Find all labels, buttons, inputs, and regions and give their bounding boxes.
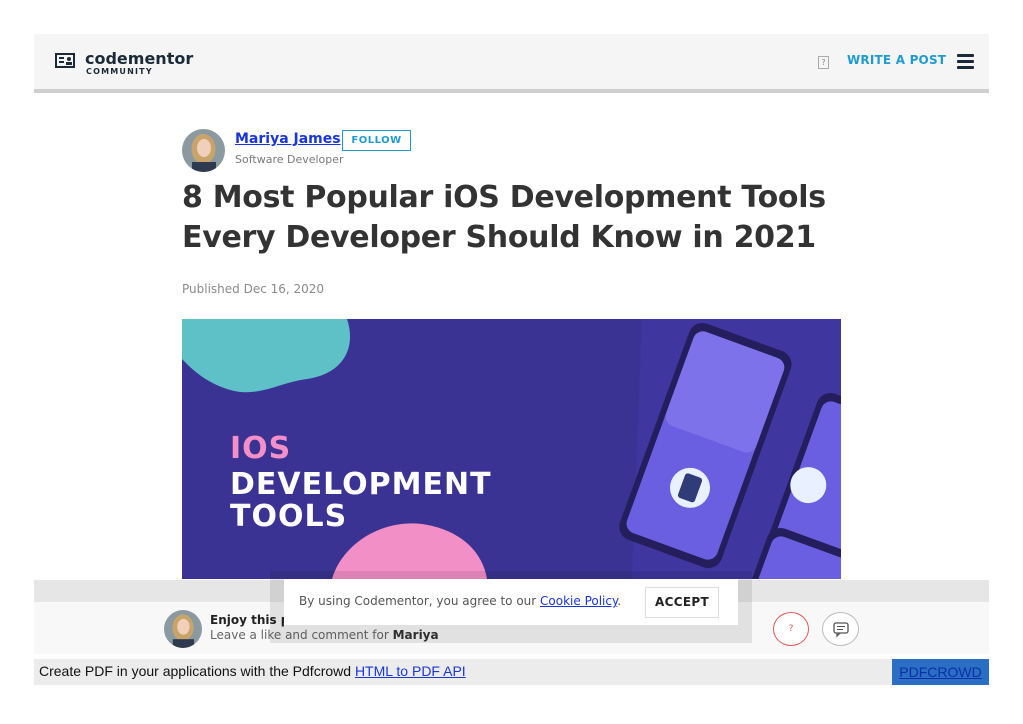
pdfcrowd-footer-message: Create PDF in your applications with the… xyxy=(39,663,355,679)
hero-text-line-2: DEVELOPMENT xyxy=(230,467,492,502)
cookie-message: By using Codementor, you agree to our Co… xyxy=(299,594,621,608)
comment-icon xyxy=(833,622,849,638)
logo-wordmark[interactable]: codementor xyxy=(85,49,193,68)
header-divider xyxy=(34,89,989,93)
author-name-link[interactable]: Mariya James xyxy=(235,131,341,147)
cookie-message-end: . xyxy=(617,594,622,608)
codementor-logo-icon[interactable] xyxy=(55,53,75,69)
hamburger-menu-icon[interactable] xyxy=(957,54,974,70)
article-title: 8 Most Popular iOS Development Tools Eve… xyxy=(182,180,826,255)
like-button[interactable]: ? xyxy=(773,612,809,646)
author-avatar[interactable] xyxy=(182,129,225,172)
hero-image: IOS DEVELOPMENT TOOLS xyxy=(182,319,841,579)
heart-icon: ? xyxy=(788,624,794,634)
pdfcrowd-brand-link[interactable]: PDFCROWD xyxy=(892,659,989,685)
logo-subtitle: COMMUNITY xyxy=(86,67,153,76)
html-to-pdf-api-link[interactable]: HTML to PDF API xyxy=(355,663,466,679)
accept-cookies-button[interactable]: ACCEPT xyxy=(645,587,719,618)
hero-text-line-1: IOS xyxy=(230,431,292,466)
follow-button[interactable]: FOLLOW xyxy=(342,130,411,151)
author-role: Software Developer xyxy=(235,153,344,166)
pdfcrowd-footer-text: Create PDF in your applications with the… xyxy=(39,663,466,679)
published-date: Published Dec 16, 2020 xyxy=(182,282,325,296)
cookie-message-text: By using Codementor, you agree to our xyxy=(299,594,541,608)
notification-icon[interactable]: ? xyxy=(818,56,829,69)
hero-text-line-3: TOOLS xyxy=(230,499,348,534)
cookie-policy-link[interactable]: Cookie Policy xyxy=(540,594,617,608)
comment-button[interactable] xyxy=(822,612,859,646)
write-a-post-link[interactable]: WRITE A POST xyxy=(847,53,946,67)
author-avatar-small[interactable] xyxy=(164,610,202,648)
